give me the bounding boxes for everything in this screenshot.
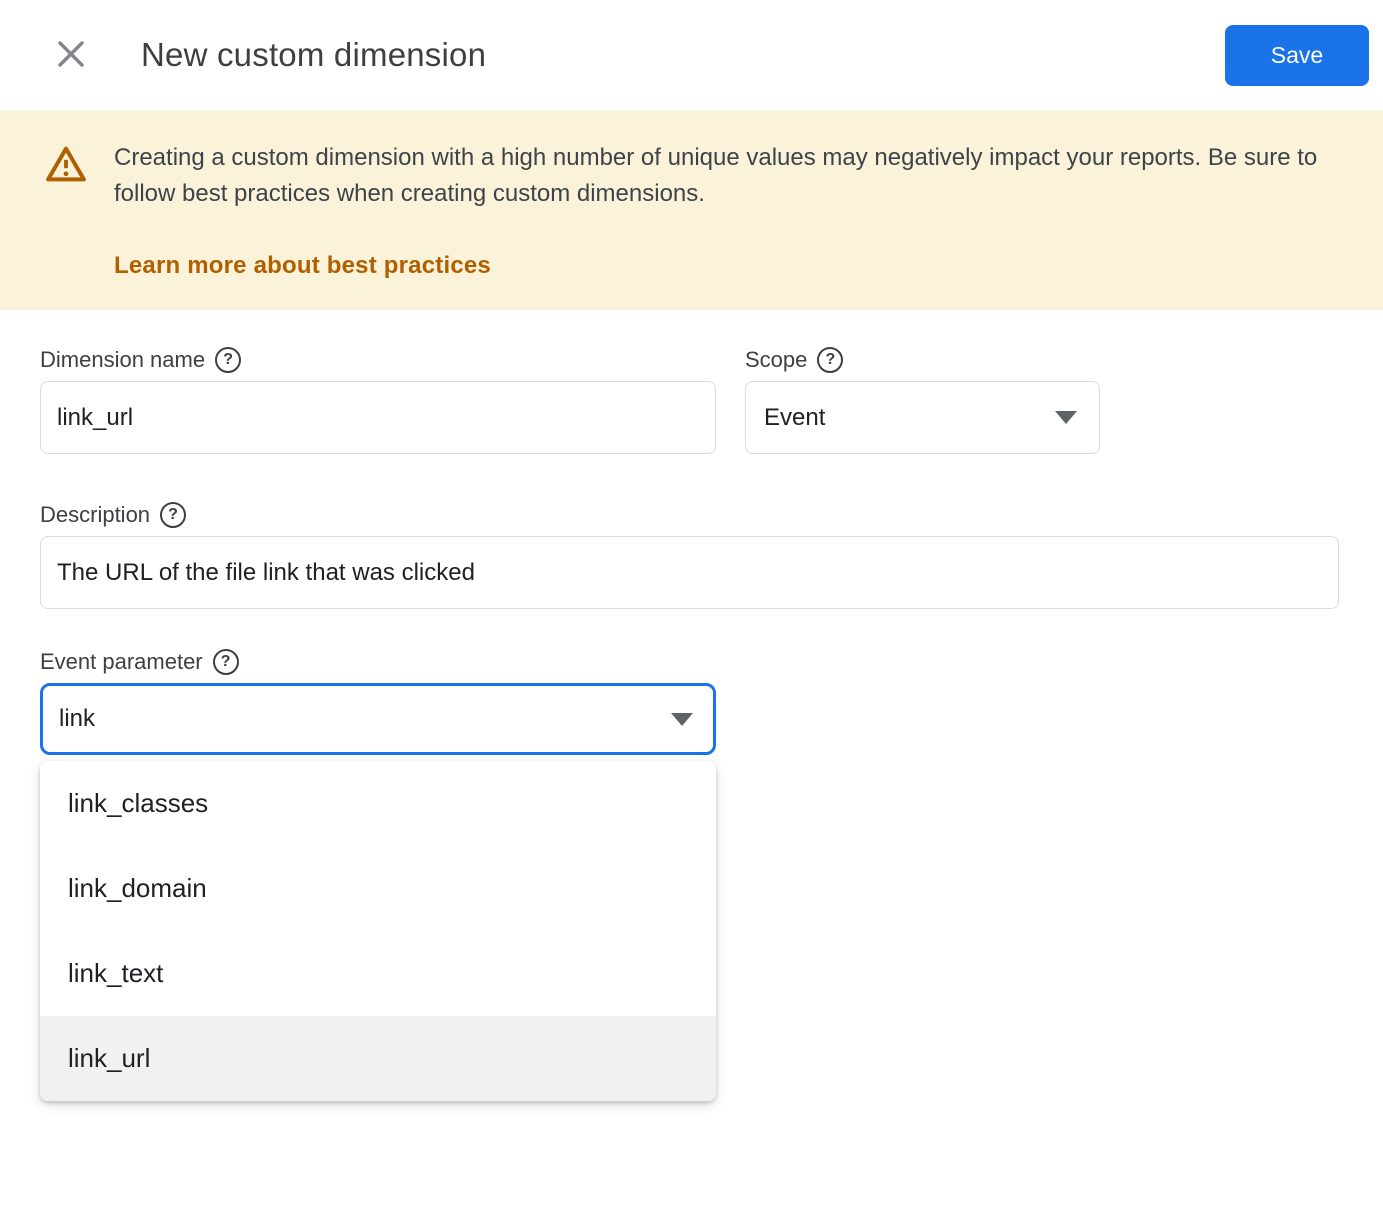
page-title: New custom dimension	[141, 36, 487, 73]
chevron-down-icon	[671, 712, 693, 726]
form-area: Dimension name ? Scope ? Event Descripti…	[0, 310, 1383, 1101]
warning-banner: Creating a custom dimension with a high …	[0, 110, 1383, 310]
event-parameter-label: Event parameter	[40, 648, 203, 674]
help-icon[interactable]: ?	[817, 346, 844, 373]
description-input[interactable]	[40, 536, 1339, 609]
dropdown-option[interactable]: link_text	[40, 931, 716, 1016]
event-parameter-dropdown: link_classes link_domain link_text link_url	[40, 761, 716, 1101]
description-label: Description	[40, 501, 151, 527]
warning-triangle-icon	[45, 144, 87, 189]
scope-label-row: Scope ?	[745, 346, 1100, 373]
close-icon	[54, 37, 88, 74]
close-button[interactable]	[53, 37, 89, 73]
save-button[interactable]: Save	[1225, 24, 1369, 86]
description-label-row: Description ?	[40, 501, 1339, 528]
scope-selected-value: Event	[764, 403, 826, 431]
dimension-name-input[interactable]	[40, 381, 716, 454]
dropdown-option[interactable]: link_url	[40, 1016, 716, 1101]
dimension-name-label: Dimension name	[40, 346, 206, 372]
dialog-header: New custom dimension Save	[0, 0, 1383, 110]
scope-label: Scope	[745, 346, 808, 372]
dropdown-option[interactable]: link_classes	[40, 761, 716, 846]
warning-message: Creating a custom dimension with a high …	[114, 144, 1318, 207]
event-parameter-select[interactable]: link	[40, 683, 716, 755]
help-icon[interactable]: ?	[160, 501, 187, 528]
help-icon[interactable]: ?	[215, 346, 242, 373]
dimension-name-label-row: Dimension name ?	[40, 346, 716, 373]
learn-more-link[interactable]: Learn more about best practices	[114, 252, 491, 280]
event-parameter-label-row: Event parameter ?	[40, 648, 716, 675]
event-parameter-selected-value: link	[59, 705, 96, 732]
help-icon[interactable]: ?	[212, 648, 239, 675]
dropdown-option[interactable]: link_domain	[40, 846, 716, 931]
chevron-down-icon	[1055, 411, 1077, 424]
scope-select[interactable]: Event	[745, 381, 1100, 454]
